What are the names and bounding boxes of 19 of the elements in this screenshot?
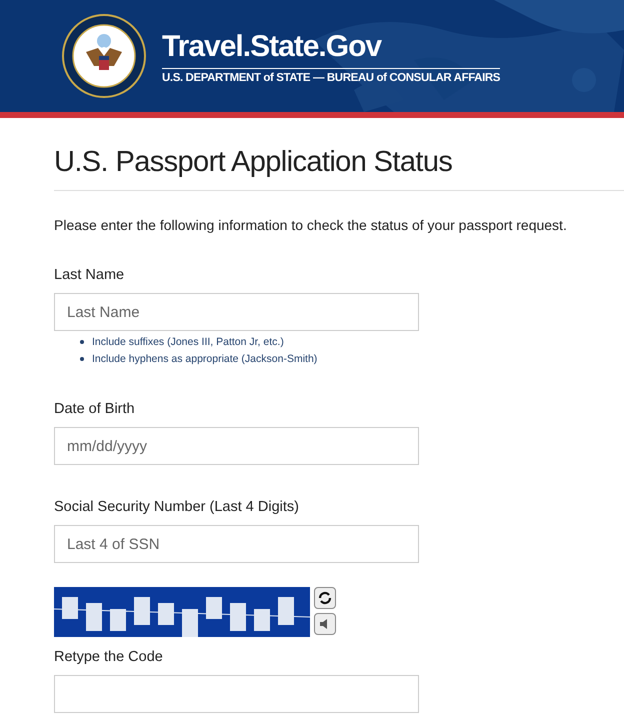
hint-text: Include hyphens as appropriate (Jackson-Smith) <box>92 352 318 366</box>
input-field[interactable]: mm/dd/yyyy <box>54 427 419 465</box>
field-label: Date of Birth <box>54 401 136 417</box>
page-title: U.S. Passport Application Status <box>54 144 624 191</box>
field-label: Social Security Number (Last 4 Digits) <box>54 499 300 515</box>
refresh-button[interactable] <box>314 587 336 609</box>
input-field[interactable]: Last Name <box>54 293 419 331</box>
input-field[interactable]: Last 4 of SSN <box>54 525 419 563</box>
refresh-icon <box>318 591 332 605</box>
input-field[interactable] <box>54 675 419 713</box>
audio-button[interactable] <box>314 613 336 635</box>
site-subtitle: U.S. DEPARTMENT of STATE — BUREAU of CONSULAR AFFAIRS <box>162 68 500 84</box>
site-title: Travel.State.Gov <box>162 28 383 64</box>
field-label: Last Name <box>54 267 126 283</box>
field-label: Retype the Code <box>54 649 164 665</box>
bullet-icon <box>80 356 84 360</box>
bullet-icon <box>80 340 84 344</box>
intro-text: Please enter the following information to check the status of your passport request. <box>54 217 568 233</box>
hint-text: Include suffixes (Jones III, Patton Jr, etc.) <box>92 334 284 348</box>
